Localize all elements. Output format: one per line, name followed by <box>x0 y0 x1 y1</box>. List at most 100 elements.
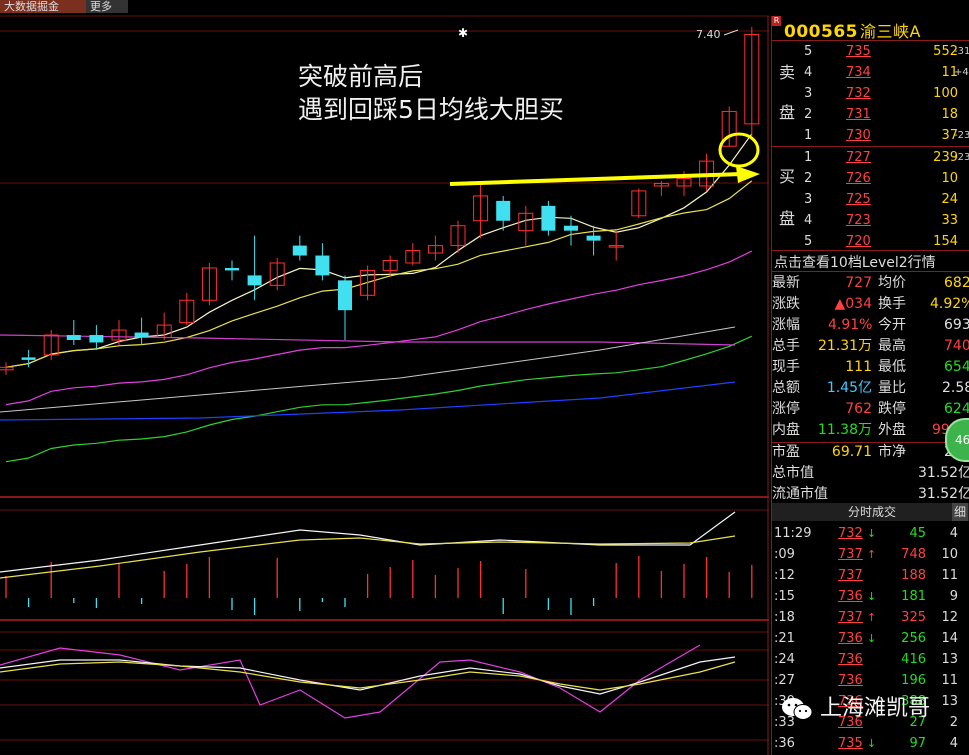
stat-label: 今开 <box>878 317 906 333</box>
sell-price: 731 <box>846 107 871 122</box>
tick-vol: 45 <box>909 526 926 541</box>
candle <box>541 200 556 236</box>
candle-body <box>247 275 262 286</box>
tick-price: 736 <box>838 673 863 688</box>
tick-arrow: ↓ <box>867 737 877 750</box>
buy-row[interactable]: 4 723 33 <box>802 210 969 231</box>
stat-label: 量比 <box>878 380 906 396</box>
tick-vol: 97 <box>909 736 926 751</box>
tick-n: 13 <box>941 694 958 709</box>
buy-row[interactable]: 1 727 239 -23 <box>802 147 969 168</box>
candle <box>360 265 376 301</box>
sell-row[interactable]: 2 731 18 <box>802 104 969 125</box>
tick-vol: 196 <box>901 673 926 688</box>
candle <box>89 325 104 350</box>
buy-extra: -23 <box>954 152 969 163</box>
sell-row[interactable]: 3 732 100 <box>802 83 969 104</box>
buy-row[interactable]: 5 720 154 <box>802 231 969 252</box>
candle <box>179 292 195 326</box>
stat-label: 外盘 <box>878 422 906 438</box>
candle <box>225 260 239 281</box>
sell-level: 5 <box>804 44 813 59</box>
tick-n: 10 <box>941 547 958 562</box>
candle <box>473 183 489 239</box>
candle <box>134 317 149 345</box>
candle-body <box>21 357 36 360</box>
buy-price: 720 <box>846 234 871 249</box>
sell-volume: 11 <box>941 65 958 80</box>
tick-time: :09 <box>774 547 795 562</box>
candle-body <box>292 245 307 256</box>
tick-row[interactable]: :24 736 416 13 <box>772 649 969 670</box>
sell-extra: +4 <box>954 67 969 78</box>
tick-n: 4 <box>949 736 958 751</box>
tick-n: 14 <box>941 631 958 646</box>
kdj-d-line <box>0 661 736 691</box>
tick-row[interactable]: :21 736 ↓ 256 14 <box>772 628 969 649</box>
tick-n: 13 <box>941 652 958 667</box>
tick-time: :15 <box>774 589 795 604</box>
tick-time: :24 <box>774 652 795 667</box>
buy-row[interactable]: 3 725 24 <box>802 189 969 210</box>
candle <box>653 181 669 196</box>
stock-name: 渝三峡A <box>859 22 921 41</box>
top-tab-bar: 大数据掘金 更多 <box>0 0 969 13</box>
stat-label: 跌停 <box>878 401 906 417</box>
tick-time: 11:29 <box>774 526 812 541</box>
stat-label: 最高 <box>878 338 906 354</box>
tick-row[interactable]: :15 736 ↓ 181 9 <box>772 586 969 607</box>
sell-volume: 552 <box>933 44 958 59</box>
tick-vol: 256 <box>901 631 926 646</box>
sell-row[interactable]: 4 734 11 +4 <box>802 62 969 83</box>
stat-value: 727 <box>845 275 872 291</box>
tick-n: 4 <box>949 526 958 541</box>
sell-extra: -31 <box>954 46 969 57</box>
candle <box>744 26 760 137</box>
sell-level: 3 <box>804 86 813 101</box>
sell-level: 2 <box>804 107 813 122</box>
tick-arrow: ↓ <box>867 590 877 603</box>
tick-n: 12 <box>941 610 958 625</box>
stat-value: 1.45亿 <box>826 380 872 396</box>
stat-label: 市盈 <box>772 444 800 460</box>
stat-label: 涨幅 <box>772 317 800 333</box>
stat-value: 31.52亿 <box>918 465 969 481</box>
buy-price: 723 <box>846 213 871 228</box>
ticks-detail-button[interactable]: 细 <box>952 503 969 521</box>
stock-title[interactable]: 000565 渝三峡A <box>784 18 921 42</box>
tick-price: 736 <box>838 631 863 646</box>
candle-body <box>89 335 104 343</box>
buy-row[interactable]: 2 726 10 <box>802 168 969 189</box>
tab-bigdata[interactable]: 大数据掘金 <box>0 0 88 13</box>
buy-volume: 33 <box>941 213 958 228</box>
stat-value: 740 <box>944 338 969 354</box>
sell-orderbook: 卖 盘 5 735 552 -31 4 734 11 +4 3 732 100 2 731 18 1 730 3… <box>772 41 969 146</box>
stat-value: 682 <box>944 275 969 291</box>
tick-row[interactable]: 11:29 732 ↓ 45 4 <box>772 523 969 544</box>
sell-row[interactable]: 1 730 37 -23 <box>802 125 969 146</box>
sell-price: 734 <box>846 65 871 80</box>
tick-n: 11 <box>941 673 958 688</box>
stat-value: ▲034 <box>834 296 873 312</box>
sell-row[interactable]: 5 735 552 -31 <box>802 41 969 62</box>
tick-vol: 416 <box>901 652 926 667</box>
candle-body <box>225 267 239 271</box>
tick-row[interactable]: :12 737 188 11 <box>772 565 969 586</box>
tick-price: 736 <box>838 652 863 667</box>
stat-label: 流通市值 <box>772 486 828 502</box>
ticks-header: 分时成交 细 <box>772 503 969 521</box>
candle <box>450 220 466 254</box>
tab-more[interactable]: 更多 <box>86 0 128 13</box>
candle <box>315 243 330 281</box>
sell-extra: -23 <box>954 130 969 141</box>
stat-value: 4.91% <box>828 317 873 333</box>
tick-vol: 325 <box>901 610 926 625</box>
tick-row[interactable]: :27 736 196 11 <box>772 670 969 691</box>
annotation-line-2: 遇到回踩5日均线大胆买 <box>298 95 564 124</box>
tick-row[interactable]: :09 737 ↑ 748 10 <box>772 544 969 565</box>
level2-link[interactable]: 点击查看10档Level2行情 <box>774 252 936 272</box>
tick-vol: 188 <box>901 568 926 583</box>
tick-row[interactable]: :18 737 ↑ 325 12 <box>772 607 969 628</box>
tick-row[interactable]: :36 735 ↓ 97 4 <box>772 733 969 754</box>
candle <box>0 362 14 375</box>
